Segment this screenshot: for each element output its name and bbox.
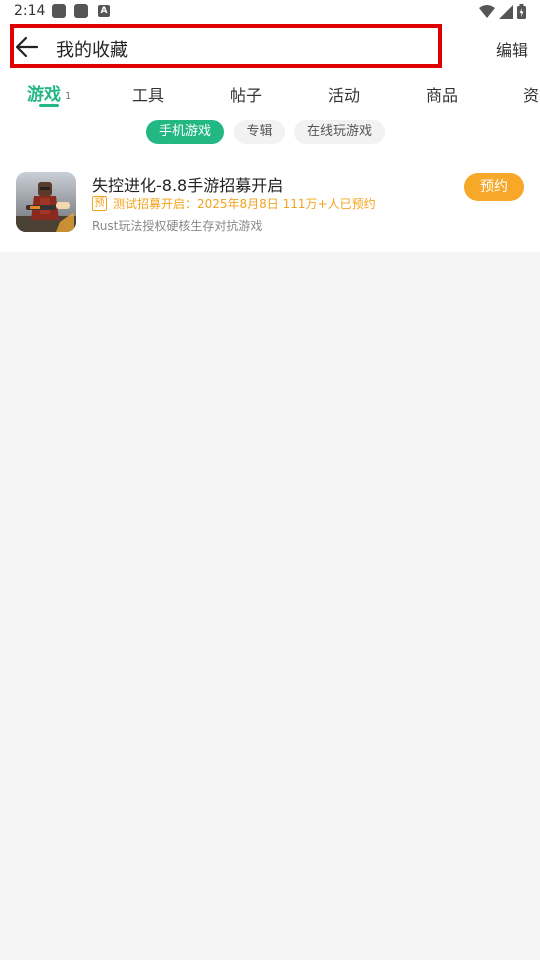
tab-games-count: 1	[65, 91, 72, 102]
status-bar: 2:14 A	[0, 0, 540, 24]
status-right-icons	[479, 4, 526, 19]
tab-games[interactable]: 游戏	[27, 80, 61, 105]
tab-activities[interactable]: 活动	[328, 82, 360, 106]
preorder-badge: 预	[92, 196, 107, 211]
header-bar: 我的收藏 编辑	[0, 24, 540, 72]
game-title: 失控进化-8.8手游招募开启	[92, 176, 284, 195]
game-meta: 预 测试招募开启：2025年8月8日 111万+人已预约	[92, 195, 376, 212]
list-item[interactable]: 失控进化-8.8手游招募开启 预 测试招募开启：2025年8月8日 111万+人…	[0, 160, 540, 244]
signal-icon	[499, 4, 513, 19]
filter-chips: 手机游戏 专辑 在线玩游戏	[0, 120, 540, 144]
edit-button[interactable]: 编辑	[496, 37, 528, 61]
chip-online-games[interactable]: 在线玩游戏	[294, 120, 385, 144]
game-recruit-info: 测试招募开启：2025年8月8日 111万+人已预约	[113, 197, 376, 211]
notification-square-icon	[52, 4, 66, 18]
game-artwork-icon	[16, 172, 76, 232]
tab-posts[interactable]: 帖子	[230, 82, 262, 106]
notification-square-icon	[74, 4, 88, 18]
game-description: Rust玩法授权硬核生存对抗游戏	[92, 219, 263, 233]
game-icon[interactable]	[16, 172, 76, 232]
chip-mobile-games[interactable]: 手机游戏	[146, 120, 224, 144]
status-time: 2:14	[14, 3, 46, 19]
tab-active-indicator	[39, 104, 59, 107]
tab-products[interactable]: 商品	[426, 82, 458, 106]
chip-albums[interactable]: 专辑	[234, 120, 285, 144]
category-tabs: 游戏 1 工具 帖子 活动 商品 资	[0, 76, 540, 112]
back-arrow-icon	[15, 36, 39, 58]
app-a-icon: A	[98, 5, 110, 17]
reserve-button[interactable]: 预约	[464, 173, 524, 201]
back-button[interactable]	[12, 32, 42, 62]
tab-resources[interactable]: 资	[523, 82, 539, 106]
battery-icon	[517, 4, 526, 19]
wifi-icon	[479, 4, 495, 18]
tab-tools[interactable]: 工具	[132, 82, 164, 106]
page-title: 我的收藏	[56, 40, 128, 61]
